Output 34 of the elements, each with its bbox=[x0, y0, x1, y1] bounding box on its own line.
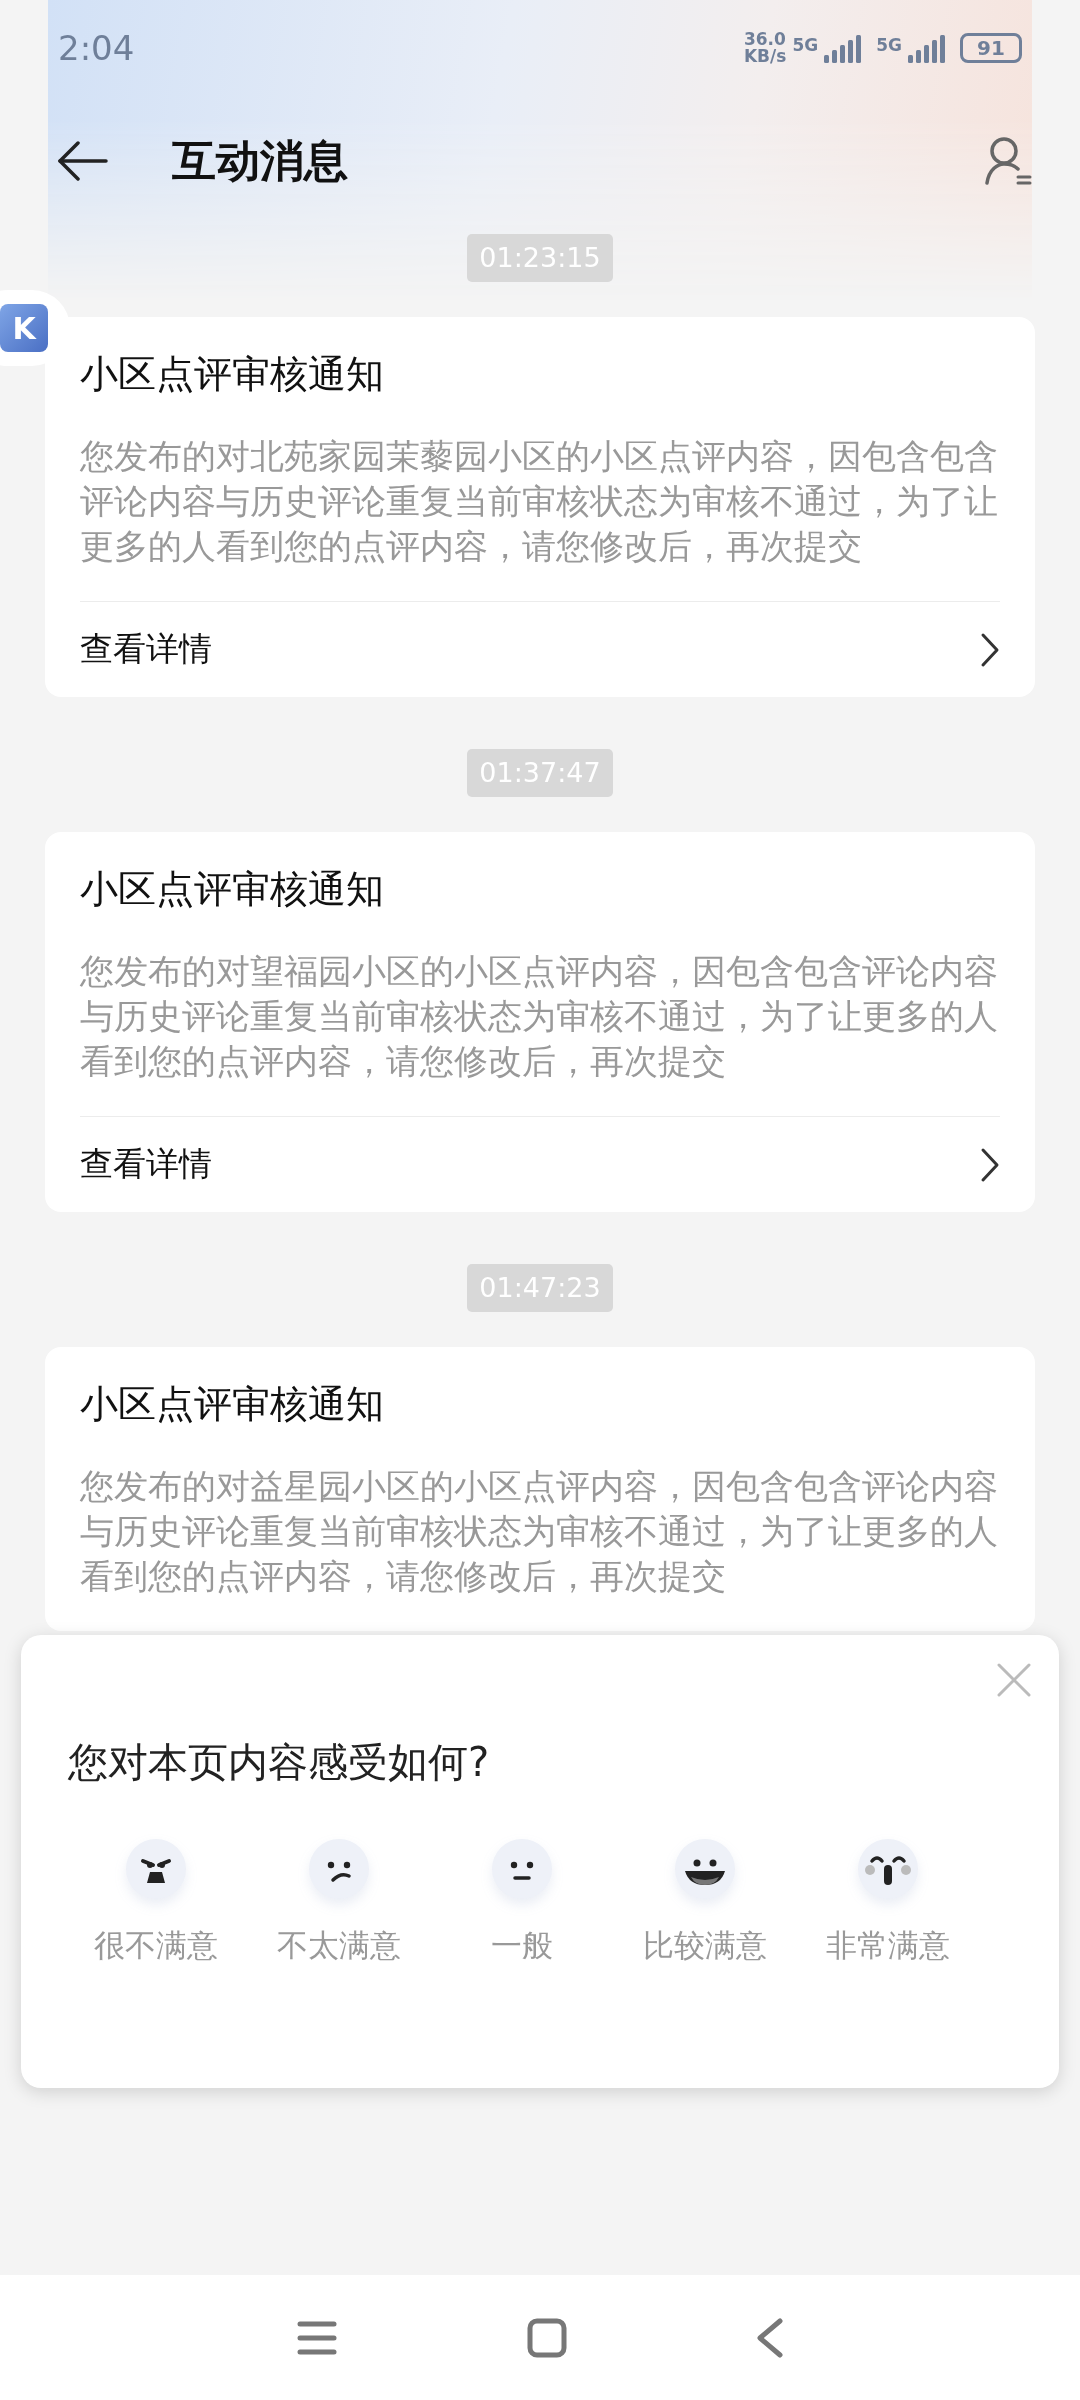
emoji-face-icon bbox=[491, 1839, 552, 1899]
message-title: 小区点评审核通知 bbox=[80, 351, 385, 398]
rating-option[interactable]: 很不满意 bbox=[64, 1839, 247, 1967]
emoji-face-icon bbox=[308, 1839, 369, 1899]
chevron-right-icon bbox=[980, 631, 1000, 668]
battery-level: 91 bbox=[977, 36, 1005, 60]
page-title: 互动消息 bbox=[172, 133, 349, 188]
view-details-link[interactable]: 查看详情 bbox=[80, 601, 1000, 697]
clock-time: 2:04 bbox=[58, 28, 135, 68]
menu-icon[interactable] bbox=[297, 2319, 337, 2356]
home-icon[interactable] bbox=[527, 2317, 567, 2358]
network-type: 5G bbox=[876, 35, 902, 55]
rating-option[interactable]: 不太满意 bbox=[247, 1839, 430, 1967]
back-icon[interactable] bbox=[757, 2317, 783, 2358]
network-speed: 36.0 KB/s bbox=[743, 31, 787, 65]
message-title: 小区点评审核通知 bbox=[80, 866, 385, 913]
message-text: 您发布的对北苑家园茉藜园小区的小区点评内容，因包含包含评论内容与历史评论重复当前审核状态为审核不通过，为了让更多的人看到您的点评内容，请您修改后，再次提交 bbox=[80, 436, 999, 568]
emoji-face-icon bbox=[857, 1839, 918, 1899]
message-text: 您发布的对望福园小区的小区点评内容，因包含包含评论内容与历史评论重复当前审核状态为审核不通过，为了让更多的人看到您的点评内容，请您修改后，再次提交 bbox=[80, 951, 999, 1083]
emoji-face-icon bbox=[674, 1839, 735, 1899]
view-details-link[interactable]: 查看详情 bbox=[80, 1116, 1000, 1212]
message-title: 小区点评审核通知 bbox=[80, 1381, 385, 1428]
rating-option[interactable]: 一般 bbox=[430, 1839, 613, 1967]
chevron-right-icon bbox=[980, 1146, 1000, 1183]
emoji-face-icon bbox=[125, 1839, 186, 1899]
app-shortcut-button[interactable]: K bbox=[0, 304, 48, 352]
network-type: 5G bbox=[792, 35, 819, 55]
message-text: 您发布的对益星园小区的小区点评内容，因包含包含评论内容与历史评论重复当前审核状态为审核不通过，为了让更多的人看到您的点评内容，请您修改后，再次提交 bbox=[80, 1466, 999, 1598]
feedback-question: 您对本页内容感受如何? bbox=[68, 1738, 491, 1787]
signal-icon bbox=[908, 33, 946, 63]
user-list-icon[interactable] bbox=[984, 135, 1032, 187]
signal-icon bbox=[824, 33, 863, 63]
rating-option[interactable]: 非常满意 bbox=[796, 1839, 979, 1967]
rating-option[interactable]: 比较满意 bbox=[613, 1839, 796, 1967]
